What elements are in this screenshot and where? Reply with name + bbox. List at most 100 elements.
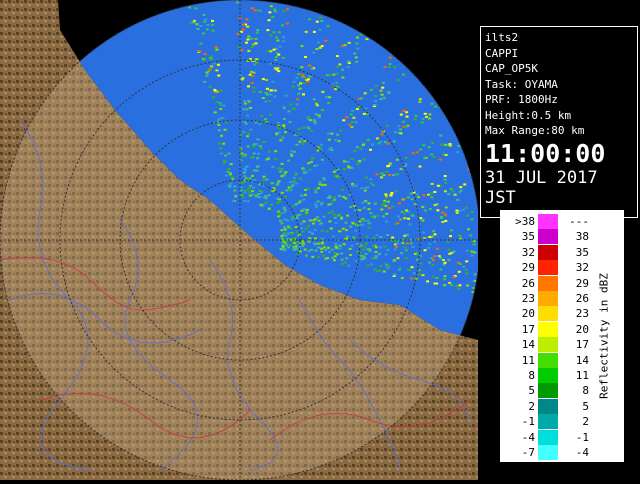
echo-pixel <box>253 170 256 172</box>
echo-pixel <box>367 139 370 141</box>
echo-pixel <box>466 273 469 275</box>
echo-pixel <box>392 260 395 262</box>
legend-low-label: 11 <box>503 353 535 368</box>
echo-pixel <box>395 246 398 248</box>
echo-pixel <box>311 233 314 235</box>
echo-pixel <box>283 118 286 120</box>
echo-pixel <box>326 74 329 76</box>
echo-pixel <box>297 93 300 95</box>
echo-pixel <box>240 152 243 154</box>
echo-pixel <box>320 204 323 206</box>
echo-pixel <box>441 212 444 214</box>
echo-pixel <box>307 162 310 164</box>
reflectivity-legend: >38---3538323529322629232620231720141711… <box>500 210 624 462</box>
legend-high-label: 23 <box>561 306 589 321</box>
echo-pixel <box>426 280 429 282</box>
echo-pixel <box>251 175 254 177</box>
echo-pixel <box>473 252 476 254</box>
echo-pixel <box>232 200 235 202</box>
echo-pixel <box>368 248 371 250</box>
echo-pixel <box>308 231 311 233</box>
echo-pixel <box>327 25 330 27</box>
echo-pixel <box>263 176 266 178</box>
echo-pixel <box>326 257 329 259</box>
echo-pixel <box>320 222 323 224</box>
echo-pixel <box>341 45 344 47</box>
echo-pixel <box>319 29 322 31</box>
echo-pixel <box>341 69 344 71</box>
echo-pixel <box>244 190 247 192</box>
echo-pixel <box>300 138 303 140</box>
echo-pixel <box>402 242 405 244</box>
echo-pixel <box>292 205 295 207</box>
echo-pixel <box>465 269 468 271</box>
echo-pixel <box>317 150 320 152</box>
echo-pixel <box>354 150 357 152</box>
echo-pixel <box>361 224 364 226</box>
echo-pixel <box>356 163 359 165</box>
echo-pixel <box>289 121 292 123</box>
echo-pixel <box>314 250 317 252</box>
legend-high-label: 11 <box>561 368 589 383</box>
echo-pixel <box>300 227 303 229</box>
echo-pixel <box>233 185 236 187</box>
radar-map[interactable] <box>0 0 478 480</box>
echo-pixel <box>290 227 293 229</box>
echo-pixel <box>446 241 449 243</box>
echo-pixel <box>236 1 239 3</box>
legend-row: 811 <box>501 368 591 383</box>
echo-pixel <box>430 193 433 195</box>
echo-pixel <box>380 90 383 92</box>
echo-pixel <box>349 226 352 228</box>
echo-pixel <box>342 228 345 230</box>
echo-pixel <box>424 113 427 115</box>
echo-pixel <box>341 77 344 79</box>
echo-pixel <box>278 180 281 182</box>
echo-pixel <box>268 11 271 13</box>
echo-pixel <box>314 237 317 239</box>
echo-pixel <box>387 267 390 269</box>
echo-pixel <box>432 230 435 232</box>
echo-pixel <box>285 95 288 97</box>
echo-pixel <box>338 248 341 250</box>
echo-pixel <box>398 202 401 204</box>
echo-pixel <box>333 199 336 201</box>
info-line: CAPPI <box>485 47 518 60</box>
echo-pixel <box>397 79 400 81</box>
echo-pixel <box>458 284 461 286</box>
echo-pixel <box>434 204 437 206</box>
legend-high-label: 20 <box>561 322 589 337</box>
echo-pixel <box>439 159 442 161</box>
echo-pixel <box>444 275 447 277</box>
echo-pixel <box>457 262 460 264</box>
echo-pixel <box>330 133 333 135</box>
echo-pixel <box>337 176 340 178</box>
echo-pixel <box>355 121 358 123</box>
echo-pixel <box>251 190 254 192</box>
echo-pixel <box>397 215 400 217</box>
echo-pixel <box>240 49 243 51</box>
echo-pixel <box>259 145 262 147</box>
echo-pixel <box>260 192 263 194</box>
echo-pixel <box>363 256 366 258</box>
echo-pixel <box>414 118 417 120</box>
echo-pixel <box>289 181 292 183</box>
echo-pixel <box>395 190 398 192</box>
echo-pixel <box>323 246 326 248</box>
echo-pixel <box>366 113 369 115</box>
echo-pixel <box>386 125 389 127</box>
echo-pixel <box>317 256 320 258</box>
echo-pixel <box>444 175 447 177</box>
legend-low-label: 23 <box>503 291 535 306</box>
echo-pixel <box>269 114 272 116</box>
echo-pixel <box>452 190 455 192</box>
echo-pixel <box>383 271 386 273</box>
echo-pixel <box>299 82 302 84</box>
echo-pixel <box>418 101 421 103</box>
echo-pixel <box>356 48 359 50</box>
echo-pixel <box>282 246 285 248</box>
echo-pixel <box>285 235 288 237</box>
echo-pixel <box>321 159 324 161</box>
echo-pixel <box>204 53 207 55</box>
echo-pixel <box>415 115 418 117</box>
